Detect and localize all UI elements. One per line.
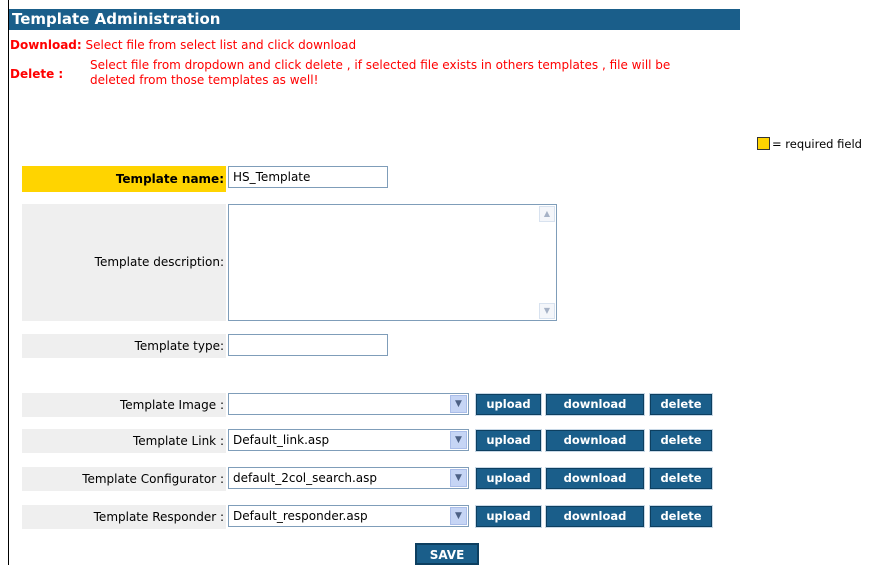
- scroll-up-icon[interactable]: ▲: [539, 206, 555, 222]
- delete-instruction-label: Delete :: [10, 67, 64, 81]
- template-link-selected: Default_link.asp: [233, 433, 330, 447]
- chevron-down-icon[interactable]: ▼: [450, 431, 467, 449]
- scroll-down-icon[interactable]: ▼: [539, 303, 555, 319]
- required-swatch: [757, 137, 770, 150]
- template-description-textarea[interactable]: ▲ ▼: [228, 204, 557, 321]
- chevron-down-icon[interactable]: ▼: [450, 395, 467, 413]
- template-image-download-button[interactable]: download: [545, 393, 645, 416]
- required-legend-text: = required field: [772, 137, 862, 151]
- frame-border: [8, 0, 9, 565]
- chevron-down-icon[interactable]: ▼: [450, 507, 467, 525]
- template-image-delete-button[interactable]: delete: [649, 393, 713, 416]
- delete-instruction-line1: Select file from dropdown and click dele…: [90, 58, 671, 72]
- template-responder-download-button[interactable]: download: [545, 505, 645, 528]
- template-configurator-selected: default_2col_search.asp: [233, 471, 378, 485]
- template-responder-upload-button[interactable]: upload: [475, 505, 542, 528]
- template-name-label: Template name:: [22, 166, 226, 192]
- template-image-select[interactable]: ▼: [228, 393, 469, 415]
- download-instruction: Download: Select file from select list a…: [10, 38, 356, 52]
- template-image-upload-button[interactable]: upload: [475, 393, 542, 416]
- template-responder-delete-button[interactable]: delete: [649, 505, 713, 528]
- template-link-download-button[interactable]: download: [545, 429, 645, 452]
- template-type-label: Template type:: [22, 334, 226, 358]
- template-configurator-delete-button[interactable]: delete: [649, 467, 713, 490]
- download-instruction-label: Download:: [10, 38, 82, 52]
- required-legend: = required field: [757, 137, 862, 151]
- template-configurator-download-button[interactable]: download: [545, 467, 645, 490]
- template-responder-select[interactable]: Default_responder.asp ▼: [228, 505, 469, 527]
- download-instruction-text: Select file from select list and click d…: [85, 38, 357, 52]
- template-responder-label: Template Responder :: [22, 505, 226, 529]
- template-configurator-label: Template Configurator :: [22, 467, 226, 491]
- template-link-delete-button[interactable]: delete: [649, 429, 713, 452]
- template-link-upload-button[interactable]: upload: [475, 429, 542, 452]
- page-title: Template Administration: [9, 9, 740, 30]
- template-description-label: Template description:: [22, 204, 226, 321]
- template-link-label: Template Link :: [22, 429, 226, 453]
- template-name-input[interactable]: [228, 166, 388, 188]
- template-type-input[interactable]: [228, 334, 388, 356]
- template-configurator-upload-button[interactable]: upload: [475, 467, 542, 490]
- chevron-down-icon[interactable]: ▼: [450, 469, 467, 487]
- delete-instruction-line2: deleted from those templates as well!: [90, 73, 319, 87]
- template-image-label: Template Image :: [22, 393, 226, 417]
- template-configurator-select[interactable]: default_2col_search.asp ▼: [228, 467, 469, 489]
- save-button[interactable]: SAVE: [415, 543, 479, 565]
- template-responder-selected: Default_responder.asp: [233, 509, 368, 523]
- template-link-select[interactable]: Default_link.asp ▼: [228, 429, 469, 451]
